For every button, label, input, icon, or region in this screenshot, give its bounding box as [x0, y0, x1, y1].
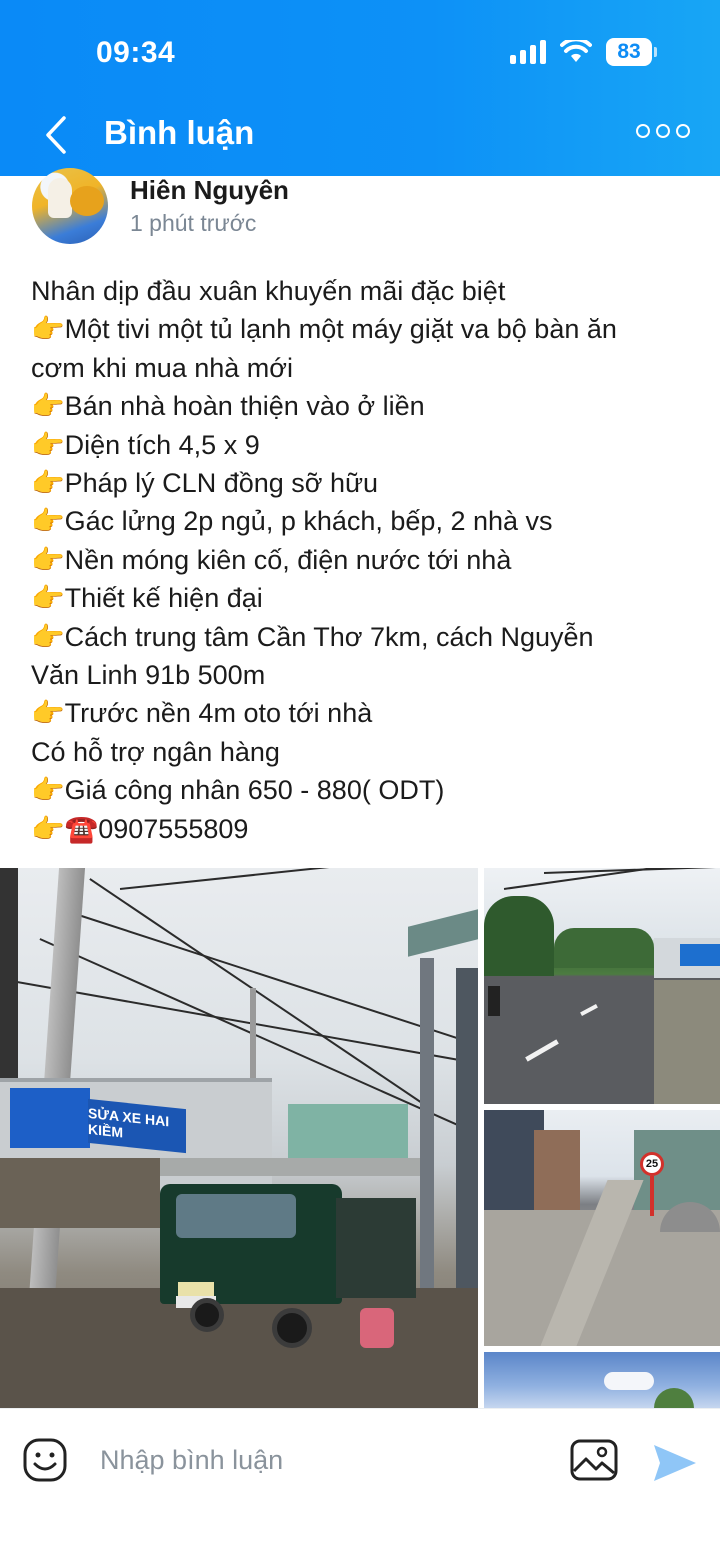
- post-photo-4[interactable]: [484, 1352, 720, 1408]
- speed-limit-sign: 25: [640, 1152, 664, 1176]
- comment-bar: Nhập bình luận: [0, 1408, 720, 1559]
- post-line: 👉Giá công nhân 650 - 880( ODT): [31, 775, 445, 806]
- signal-icon: [510, 40, 546, 64]
- wifi-icon: [560, 40, 592, 62]
- post-photo-main[interactable]: SỬA XE HAI KIỀM: [0, 868, 478, 1408]
- post-line: 👉Pháp lý CLN đồng sỡ hữu: [31, 468, 379, 499]
- author-name[interactable]: Hiên Nguyên: [130, 175, 289, 206]
- more-icon[interactable]: [636, 124, 690, 138]
- battery-indicator: 83: [606, 38, 657, 66]
- post-line: 👉Thiết kế hiện đại: [31, 583, 263, 614]
- post-line: 👉Một tivi một tủ lạnh một máy giặt va bộ…: [31, 314, 617, 345]
- top-header: 09:34 83 Bình luận: [0, 0, 720, 176]
- avatar[interactable]: [32, 168, 108, 244]
- post-line: Nhân dịp đầu xuân khuyến mãi đặc biệt: [31, 276, 506, 306]
- post-line: 👉Nền móng kiên cố, điện nước tới nhà: [31, 544, 512, 575]
- post-text: Nhân dịp đầu xuân khuyến mãi đặc biệt 👉M…: [31, 272, 701, 848]
- emoji-icon[interactable]: [22, 1437, 68, 1483]
- post-line: 👉☎️0907555809: [31, 813, 249, 844]
- post-line: 👉Bán nhà hoàn thiện vào ở liền: [31, 391, 425, 422]
- post-line: cơm khi mua nhà mới: [31, 352, 293, 383]
- post-line: Văn Linh 91b 500m: [31, 660, 266, 691]
- back-icon[interactable]: [40, 112, 80, 158]
- status-time: 09:34: [96, 36, 176, 69]
- post-line: Có hỗ trợ ngân hàng: [31, 736, 280, 767]
- post-line: 👉Trước nền 4m oto tới nhà: [31, 698, 373, 729]
- post-photo-road-2[interactable]: 25: [484, 1110, 720, 1346]
- post-photo-road-1[interactable]: [484, 868, 720, 1104]
- comment-input[interactable]: Nhập bình luận: [100, 1445, 283, 1476]
- post-line: 👉Gác lửng 2p ngủ, p khách, bếp, 2 nhà vs: [31, 506, 553, 537]
- post-line: 👉Cách trung tâm Cần Thơ 7km, cách Nguyễn: [31, 621, 594, 652]
- page-title: Bình luận: [104, 114, 255, 151]
- send-icon[interactable]: [650, 1441, 698, 1485]
- post-line: 👉Diện tích 4,5 x 9: [31, 429, 260, 460]
- post-timestamp: 1 phút trước: [130, 210, 257, 236]
- image-icon[interactable]: [570, 1439, 618, 1481]
- status-icons: 83: [510, 38, 657, 66]
